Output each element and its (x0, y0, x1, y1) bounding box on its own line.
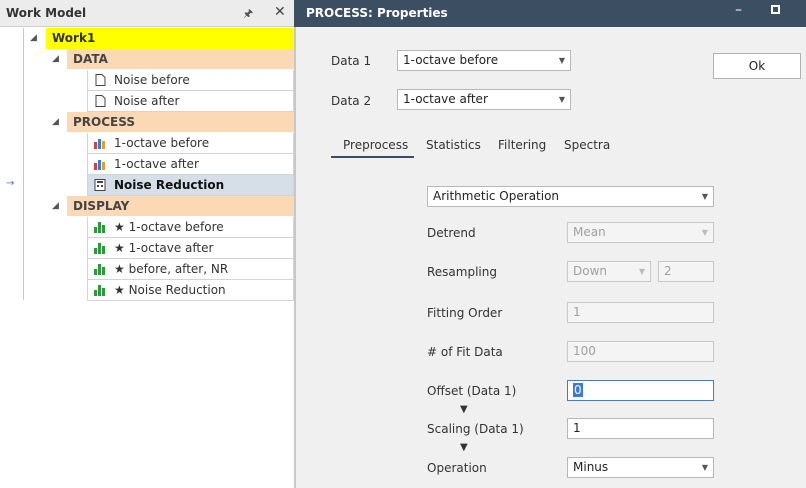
ok-button[interactable]: Ok (713, 53, 801, 79)
chevron-down-icon: ▼ (701, 463, 708, 472)
fit-data-input[interactable]: 100 (567, 341, 714, 362)
offset-input[interactable]: 0 (567, 380, 714, 401)
scaling-input[interactable]: 1 (567, 418, 714, 439)
collapse-icon[interactable]: ◢ (52, 117, 59, 127)
fit-data-label: # of Fit Data (427, 345, 503, 359)
data1-label: Data 1 (331, 54, 372, 68)
operation-select[interactable]: Minus ▼ (567, 457, 714, 478)
resampling-label: Resampling (427, 265, 497, 279)
detrend-select[interactable]: Mean ▼ (567, 222, 714, 243)
work-model-title: Work Model (6, 6, 87, 20)
collapse-icon[interactable]: ◢ (52, 54, 59, 64)
bar-chart-green-icon (94, 243, 105, 254)
item-label: Noise Reduction (114, 178, 225, 192)
scaling-value: 1 (573, 421, 581, 435)
data2-value: 1-octave after (403, 92, 488, 106)
tree-item-noise-after[interactable]: Noise after (87, 91, 294, 112)
tree-group-display[interactable]: DISPLAY (67, 196, 294, 217)
resampling-factor-value: 2 (664, 264, 672, 278)
tab-preprocess[interactable]: Preprocess (343, 138, 408, 152)
resampling-factor-input[interactable]: 2 (658, 261, 714, 282)
fit-data-value: 100 (573, 344, 596, 358)
tree-item-display-before-after-nr[interactable]: ★ before, after, NR (87, 259, 294, 280)
group-label: PROCESS (73, 115, 135, 129)
data2-select[interactable]: 1-octave after ▼ (397, 89, 571, 110)
item-label: ★ Noise Reduction (114, 283, 226, 297)
chevron-down-icon: ▼ (558, 95, 565, 104)
tree-item-noise-before[interactable]: Noise before (87, 70, 294, 91)
operation-type-value: Arithmetic Operation (433, 189, 560, 203)
tree-item-display-1-octave-before[interactable]: ★ 1-octave before (87, 217, 294, 238)
active-tab-indicator (331, 156, 414, 158)
tree-item-display-noise-reduction[interactable]: ★ Noise Reduction (87, 280, 294, 301)
arrow-down-icon: ▼ (460, 404, 468, 415)
offset-label: Offset (Data 1) (427, 384, 517, 398)
chevron-down-icon: ▼ (701, 192, 708, 201)
detrend-value: Mean (573, 225, 606, 239)
maximize-icon[interactable] (771, 5, 780, 14)
chevron-down-icon: ▼ (701, 228, 708, 237)
collapse-icon[interactable]: ◢ (52, 201, 59, 211)
group-label: DISPLAY (73, 199, 130, 213)
fitting-order-input[interactable]: 1 (567, 302, 714, 323)
tab-spectra[interactable]: Spectra (564, 138, 610, 152)
data1-value: 1-octave before (403, 53, 499, 67)
current-row-arrow-icon: → (6, 178, 15, 189)
data2-label: Data 2 (331, 94, 372, 108)
pin-icon[interactable]: 🖈 (243, 5, 253, 24)
tree-item-1-octave-before[interactable]: 1-octave before (87, 133, 294, 154)
item-label: Noise before (114, 73, 190, 87)
item-label: 1-octave after (114, 157, 199, 171)
tree-line (23, 28, 24, 300)
tab-statistics[interactable]: Statistics (426, 138, 481, 152)
minimize-icon[interactable]: – (735, 2, 742, 18)
bar-chart-green-icon (94, 222, 105, 233)
dialog-title: PROCESS: Properties (306, 6, 448, 20)
tab-filtering[interactable]: Filtering (498, 138, 546, 152)
scaling-label: Scaling (Data 1) (427, 422, 524, 436)
tree-root-label: Work1 (52, 31, 96, 45)
collapse-icon[interactable]: ◢ (30, 33, 37, 43)
tree-item-display-1-octave-after[interactable]: ★ 1-octave after (87, 238, 294, 259)
document-icon (95, 74, 106, 86)
operation-label: Operation (427, 461, 487, 475)
chevron-down-icon: ▼ (558, 56, 565, 65)
offset-value: 0 (573, 383, 583, 397)
calculator-icon (94, 179, 106, 191)
tree-group-data[interactable]: DATA (67, 49, 294, 70)
resampling-mode-select[interactable]: Down ▼ (567, 261, 651, 282)
chevron-down-icon: ▼ (638, 267, 645, 276)
item-label: Noise after (114, 94, 180, 108)
bar-chart-green-icon (94, 264, 105, 275)
tree-root-work1[interactable]: Work1 (46, 28, 294, 49)
operation-value: Minus (573, 460, 609, 474)
tree-item-1-octave-after[interactable]: 1-octave after (87, 154, 294, 175)
fitting-order-value: 1 (573, 305, 581, 319)
data1-select[interactable]: 1-octave before ▼ (397, 50, 571, 71)
resampling-mode-value: Down (573, 264, 608, 278)
group-label: DATA (73, 52, 108, 66)
item-label: ★ 1-octave after (114, 241, 214, 255)
bar-chart-color-icon (94, 139, 105, 149)
bar-chart-color-icon (94, 160, 105, 170)
item-label: ★ before, after, NR (114, 262, 229, 276)
fitting-order-label: Fitting Order (427, 306, 503, 320)
bar-chart-green-icon (94, 285, 105, 296)
arrow-down-icon: ▼ (460, 442, 468, 453)
document-icon (95, 95, 106, 107)
operation-type-select[interactable]: Arithmetic Operation ▼ (427, 186, 714, 207)
detrend-label: Detrend (427, 226, 476, 240)
tree-group-process[interactable]: PROCESS (67, 112, 294, 133)
close-icon[interactable]: ✕ (274, 4, 286, 20)
item-label: ★ 1-octave before (114, 220, 224, 234)
tree-item-noise-reduction[interactable]: Noise Reduction (87, 175, 294, 196)
item-label: 1-octave before (114, 136, 210, 150)
